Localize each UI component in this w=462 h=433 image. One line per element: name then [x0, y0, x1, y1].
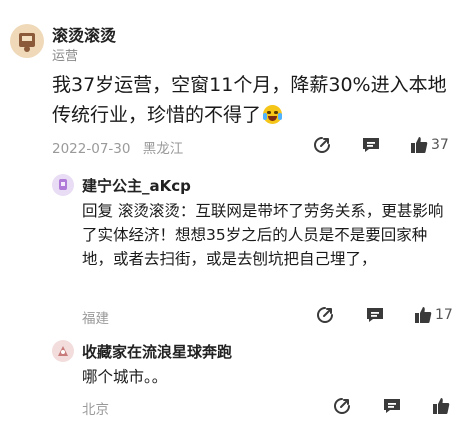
share-button[interactable]	[312, 135, 332, 155]
reply-location: 福建	[82, 311, 109, 327]
comment-button[interactable]	[360, 135, 382, 155]
reply-like-button[interactable]: 17	[414, 304, 453, 326]
like-count: 37	[431, 137, 449, 153]
user-name[interactable]: 滚烫滚烫	[52, 22, 116, 46]
comment-date: 2022-07-30	[52, 141, 131, 157]
share-icon	[317, 307, 333, 323]
reply-avatar[interactable]	[52, 174, 74, 196]
comment-icon	[363, 138, 379, 152]
reply-content: 哪个城市。。	[82, 368, 168, 386]
comment-text: 我37岁运营，空窗11个月，降薪30%进入本地传统行业，珍惜的不得了	[52, 74, 447, 126]
reply-user-name[interactable]: 建宁公主_aKcp	[82, 175, 191, 196]
comment-icon	[384, 399, 400, 413]
comment-icon	[367, 308, 383, 322]
reply-like-button[interactable]	[432, 395, 450, 417]
reply-share-button[interactable]	[332, 396, 352, 416]
avatar-image	[59, 179, 67, 190]
reply-avatar[interactable]	[52, 340, 74, 362]
share-icon	[334, 398, 350, 414]
thumbs-up-icon	[433, 398, 450, 414]
reply-location: 北京	[82, 402, 109, 418]
thumbs-up-icon	[411, 137, 428, 153]
avatar-image	[58, 346, 68, 356]
avatar-image	[19, 33, 35, 52]
comment-meta: 2022-07-30 黑龙江	[52, 137, 183, 157]
laughing-tears-emoji-icon	[263, 105, 283, 124]
reply-user-name[interactable]: 收藏家在流浪星球奔跑	[82, 341, 232, 362]
comment-content: 我37岁运营，空窗11个月，降薪30%进入本地传统行业，珍惜的不得了	[52, 70, 452, 130]
reply-like-count: 17	[435, 307, 453, 323]
like-button[interactable]: 37	[410, 134, 449, 156]
avatar[interactable]	[10, 24, 44, 58]
reply-comment-button[interactable]	[364, 305, 386, 325]
user-tag: 运营	[52, 49, 79, 64]
comment-location: 黑龙江	[142, 141, 184, 157]
reply-comment-button[interactable]	[381, 396, 403, 416]
share-icon	[314, 137, 330, 153]
thumbs-up-icon	[415, 307, 432, 323]
reply-share-button[interactable]	[315, 305, 335, 325]
reply-content: 回复 滚烫滚烫：互联网是带坏了劳务关系，更甚影响了实体经济！想想35岁之后的人员…	[82, 202, 444, 268]
